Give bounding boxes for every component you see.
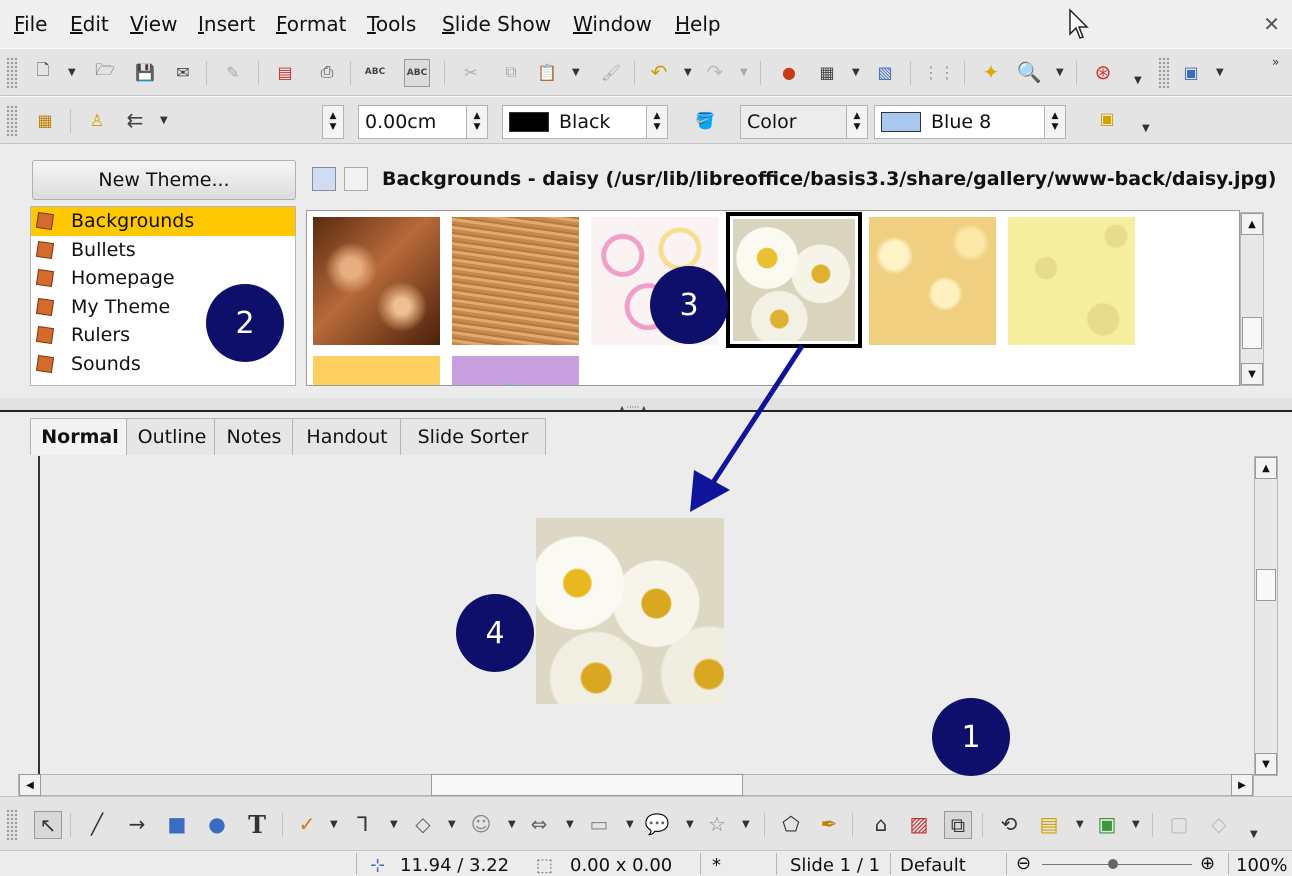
drag-arrow xyxy=(690,344,805,512)
separator xyxy=(764,813,765,837)
basic-shapes-dropdown-icon[interactable]: ▼ xyxy=(448,819,456,830)
scroll-thumb[interactable] xyxy=(1256,569,1276,601)
rotate-icon[interactable]: ⟲ xyxy=(996,811,1022,837)
rectangle-icon[interactable]: ■ xyxy=(164,811,190,837)
basic-shapes-icon[interactable]: ◇ xyxy=(410,811,436,837)
gallery-toggle-icon[interactable]: ⧉ xyxy=(944,811,972,839)
alignment-dropdown-icon[interactable]: ▼ xyxy=(1076,819,1084,830)
callouts-dropdown-icon[interactable]: ▼ xyxy=(686,819,694,830)
block-arrows-icon[interactable]: ⇔ xyxy=(526,811,552,837)
separator xyxy=(700,853,701,875)
scroll-left-button[interactable]: ◀ xyxy=(19,774,41,796)
separator xyxy=(282,813,283,837)
fontwork-icon[interactable]: ⌂ xyxy=(868,811,894,837)
shadow-toggle-icon[interactable]: ▢ xyxy=(1166,811,1192,837)
zoom-out-icon[interactable]: ⊖ xyxy=(1016,853,1031,874)
modified-indicator[interactable]: * xyxy=(712,855,721,876)
scroll-thumb[interactable] xyxy=(431,774,743,796)
stars-icon[interactable]: ☆ xyxy=(704,811,730,837)
flowchart-dropdown-icon[interactable]: ▼ xyxy=(626,819,634,830)
slide-indicator: Slide 1 / 1 xyxy=(790,855,881,876)
block-arrows-dropdown-icon[interactable]: ▼ xyxy=(566,819,574,830)
toolbar-overflow-icon[interactable]: ▼ xyxy=(1250,829,1258,840)
separator xyxy=(776,853,777,875)
symbol-shapes-dropdown-icon[interactable]: ▼ xyxy=(508,819,516,830)
scroll-down-button[interactable]: ▼ xyxy=(1255,753,1277,775)
extrusion-icon[interactable]: ◇ xyxy=(1206,811,1232,837)
cursor-position: 11.94 / 3.22 xyxy=(400,855,510,876)
callout-badge-1: 1 xyxy=(932,698,1010,776)
text-tool-icon[interactable]: T xyxy=(244,810,270,839)
master-page-name: Default xyxy=(900,855,966,876)
separator xyxy=(356,853,357,875)
arrow-line-icon[interactable]: → xyxy=(124,811,150,837)
connector-dropdown-icon[interactable]: ▼ xyxy=(390,819,398,830)
drawing-toolbar: ↖ ╱ → ■ ● T ✓ ▼ ⅂ ▼ ◇ ▼ ☺ ▼ ⇔ ▼ ▭ ▼ 💬 ▼ … xyxy=(0,796,1292,850)
arrange-objects-icon[interactable]: ▣ xyxy=(1094,811,1120,837)
symbol-shapes-icon[interactable]: ☺ xyxy=(468,811,494,837)
zoom-in-icon[interactable]: ⊕ xyxy=(1200,853,1215,874)
status-bar: ⊹ 11.94 / 3.22 ⬚ 0.00 x 0.00 * Slide 1 /… xyxy=(0,850,1292,876)
curve-dropdown-icon[interactable]: ▼ xyxy=(330,819,338,830)
separator xyxy=(1152,813,1153,837)
separator xyxy=(1228,853,1229,875)
callout-badge-2: 2 xyxy=(206,284,284,362)
toolbar-grip[interactable] xyxy=(6,809,18,841)
arrange-dropdown-icon[interactable]: ▼ xyxy=(1132,819,1140,830)
curve-icon[interactable]: ✓ xyxy=(294,811,320,837)
callouts-icon[interactable]: 💬 xyxy=(644,811,670,837)
workspace-horizontal-scrollbar[interactable]: ◀ ▶ xyxy=(18,774,1254,796)
points-icon[interactable]: ⬠ xyxy=(778,811,804,837)
zoom-slider-thumb[interactable] xyxy=(1108,859,1118,869)
connector-icon[interactable]: ⅂ xyxy=(350,811,376,837)
scroll-up-button[interactable]: ▲ xyxy=(1255,457,1277,479)
object-size: 0.00 x 0.00 xyxy=(570,855,673,876)
position-icon: ⊹ xyxy=(370,855,386,876)
size-icon: ⬚ xyxy=(536,855,554,876)
from-file-icon[interactable]: ▨ xyxy=(906,811,932,837)
line-tool-icon[interactable]: ╱ xyxy=(84,811,110,837)
alignment-icon[interactable]: ▤ xyxy=(1036,811,1062,837)
zoom-level[interactable]: 100% xyxy=(1236,855,1287,876)
flowchart-icon[interactable]: ▭ xyxy=(586,811,612,837)
separator xyxy=(890,853,891,875)
separator xyxy=(1006,853,1007,875)
separator xyxy=(852,813,853,837)
separator xyxy=(70,813,71,837)
workspace-vertical-scrollbar[interactable]: ▲ ▼ xyxy=(1254,456,1278,776)
glue-points-icon[interactable]: ✒ xyxy=(816,811,842,837)
callout-badge-4: 4 xyxy=(456,594,534,672)
scroll-right-button[interactable]: ▶ xyxy=(1231,774,1253,796)
ellipse-icon[interactable]: ● xyxy=(204,811,230,837)
separator xyxy=(982,813,983,837)
stars-dropdown-icon[interactable]: ▼ xyxy=(742,819,750,830)
callout-badge-3: 3 xyxy=(650,266,728,344)
select-icon[interactable]: ↖ xyxy=(34,811,62,839)
